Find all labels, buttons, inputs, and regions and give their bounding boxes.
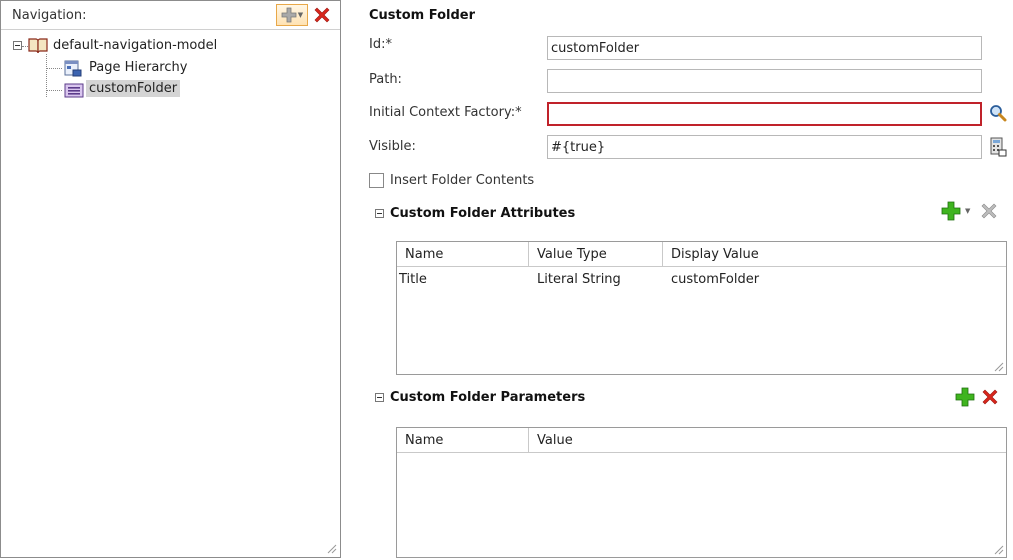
- tree-node-custom-folder-label: customFolder: [86, 80, 181, 97]
- initial-context-factory-label: Initial Context Factory:*: [369, 105, 522, 120]
- tree-node-custom-folder[interactable]: customFolder: [1, 79, 340, 101]
- tree-node-page-hierarchy[interactable]: Page Hierarchy: [1, 57, 340, 79]
- add-parameter-icon[interactable]: [955, 387, 975, 407]
- attributes-table: Name Value Type Display Value Title Lite…: [396, 241, 1007, 375]
- cell-name[interactable]: Title: [397, 267, 529, 291]
- navigation-toolbar: ▼: [276, 4, 332, 26]
- insert-folder-contents-checkbox[interactable]: [369, 173, 384, 188]
- delete-icon[interactable]: [312, 5, 332, 25]
- parameters-table-header: Name Value: [397, 428, 1006, 453]
- navigation-title: Navigation:: [12, 7, 87, 23]
- parameters-section-title: Custom Folder Parameters: [390, 390, 586, 405]
- section-title: Custom Folder: [369, 8, 476, 23]
- attributes-table-header: Name Value Type Display Value: [397, 242, 1006, 267]
- attributes-section-header[interactable]: Custom Folder Attributes: [375, 206, 575, 221]
- expression-builder-icon[interactable]: [989, 137, 1007, 157]
- search-icon[interactable]: [989, 104, 1007, 122]
- resize-grip-icon[interactable]: [992, 360, 1004, 372]
- folder-icon: [64, 83, 84, 98]
- tree-node-root[interactable]: default-navigation-model: [1, 35, 340, 57]
- insert-folder-contents-row: Insert Folder Contents: [369, 173, 534, 188]
- column-header-value-type[interactable]: Value Type: [529, 242, 663, 266]
- delete-attribute-icon[interactable]: [978, 201, 1000, 221]
- navigation-header: Navigation: ▼: [1, 1, 340, 30]
- add-node-button[interactable]: ▼: [276, 4, 308, 26]
- chevron-down-icon[interactable]: ▼: [965, 207, 970, 215]
- id-field[interactable]: [547, 36, 982, 60]
- resize-grip-icon[interactable]: [325, 542, 337, 554]
- column-header-name[interactable]: Name: [397, 428, 529, 452]
- chevron-down-icon: ▼: [297, 10, 304, 19]
- parameters-table: Name Value: [396, 427, 1007, 558]
- book-icon: [28, 38, 48, 54]
- path-field[interactable]: [547, 69, 982, 93]
- tree-node-root-label: default-navigation-model: [53, 38, 218, 53]
- visible-label: Visible:: [369, 139, 416, 154]
- attributes-toolbar: ▼: [941, 201, 1000, 221]
- page-hierarchy-icon: [64, 60, 82, 77]
- parameters-toolbar: [955, 387, 1001, 407]
- initial-context-factory-field[interactable]: [547, 102, 982, 126]
- column-header-value[interactable]: Value: [529, 428, 1006, 452]
- column-header-display-value[interactable]: Display Value: [663, 242, 1006, 266]
- tree-node-page-hierarchy-label: Page Hierarchy: [89, 60, 188, 75]
- cell-value-type[interactable]: Literal String: [529, 267, 663, 291]
- table-row[interactable]: Title Literal String customFolder: [397, 267, 1006, 291]
- resize-grip-icon[interactable]: [992, 543, 1004, 555]
- insert-folder-contents-label: Insert Folder Contents: [390, 173, 535, 188]
- plus-icon: [281, 7, 297, 23]
- delete-parameter-icon[interactable]: [979, 387, 1001, 407]
- visible-field[interactable]: [547, 135, 982, 159]
- navigation-panel: Navigation: ▼ default-navigation-model P…: [0, 0, 341, 558]
- collapse-icon[interactable]: [375, 209, 384, 218]
- navigation-tree: default-navigation-model Page Hierarchy: [1, 30, 340, 101]
- id-label: Id:*: [369, 37, 392, 52]
- attributes-section-title: Custom Folder Attributes: [390, 206, 576, 221]
- collapse-icon[interactable]: [375, 393, 384, 402]
- path-label: Path:: [369, 72, 402, 87]
- parameters-section-header[interactable]: Custom Folder Parameters: [375, 390, 585, 405]
- collapse-icon[interactable]: [13, 41, 22, 50]
- column-header-name[interactable]: Name: [397, 242, 529, 266]
- cell-display-value[interactable]: customFolder: [663, 267, 1006, 291]
- add-attribute-icon[interactable]: [941, 201, 961, 221]
